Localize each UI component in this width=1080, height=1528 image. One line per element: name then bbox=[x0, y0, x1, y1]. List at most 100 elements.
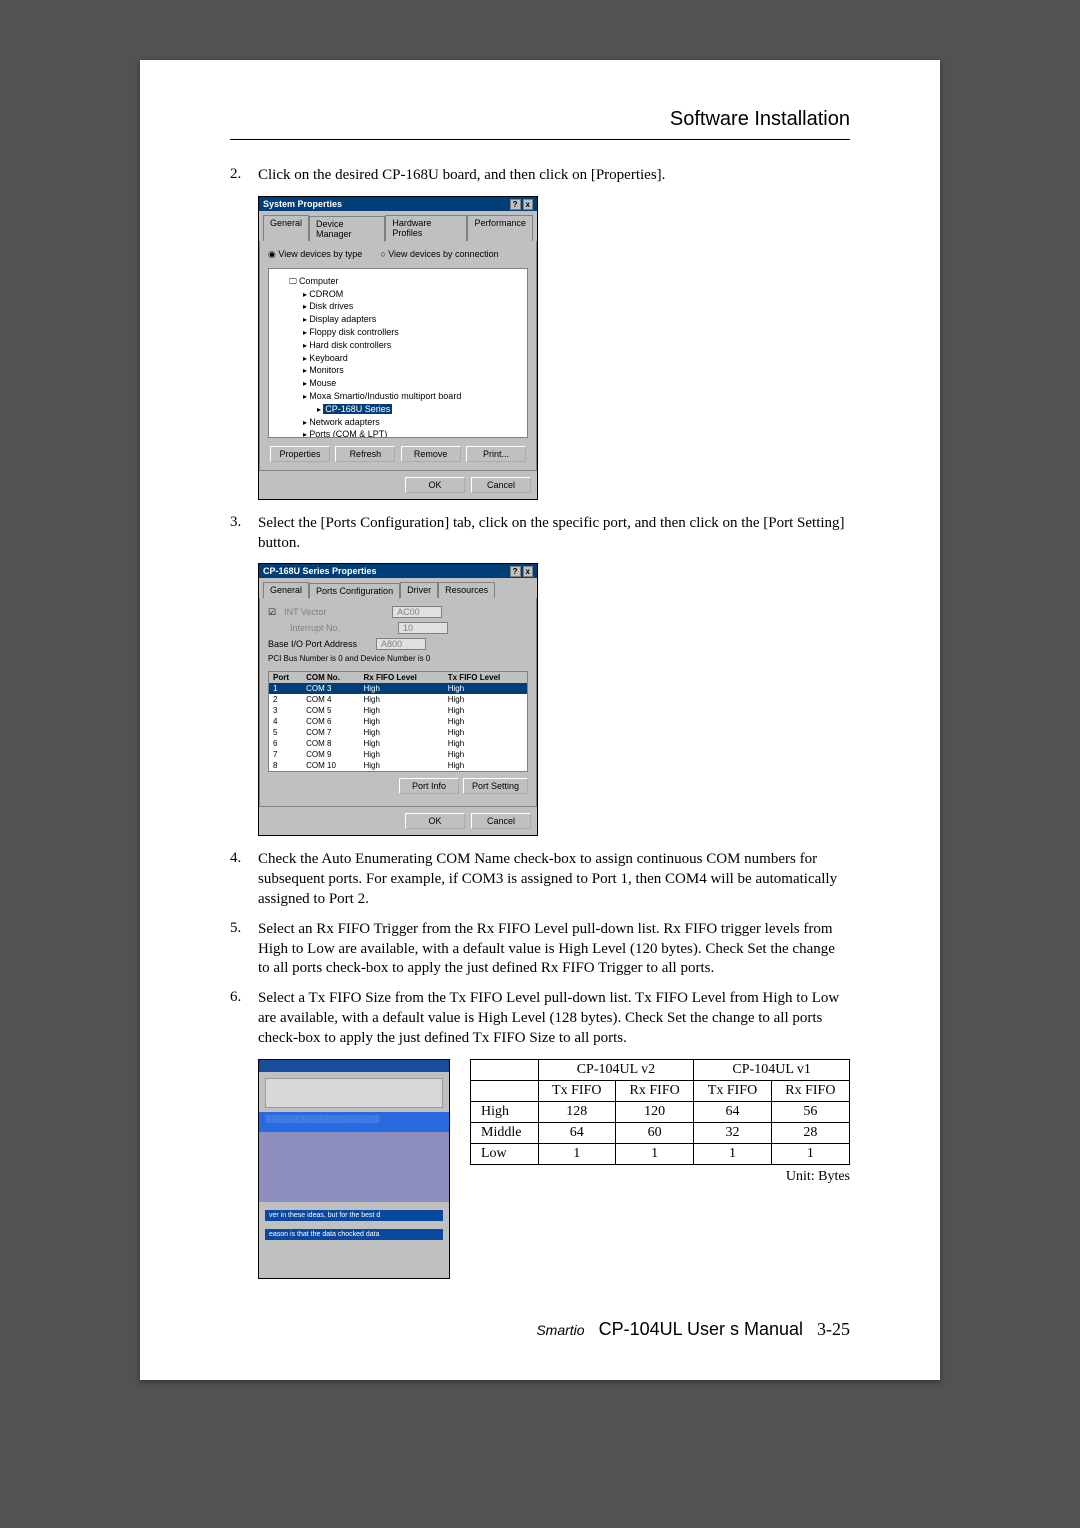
tab-driver[interactable]: Driver bbox=[400, 582, 438, 598]
table-row[interactable]: 6COM 8HighHigh bbox=[269, 738, 528, 749]
dialog-footer: OK Cancel bbox=[259, 807, 537, 835]
base-value: A800 bbox=[376, 638, 426, 650]
strip-text: ░░░░░░░░░░░░░░░░░░░░░░░ bbox=[259, 1112, 449, 1132]
col-rxfifo: Rx FIFO bbox=[616, 1080, 694, 1101]
port-info-button[interactable]: Port Info bbox=[399, 778, 459, 794]
help-icon[interactable]: ? bbox=[510, 566, 521, 577]
base-label: Base I/O Port Address bbox=[268, 639, 368, 649]
step-number: 3. bbox=[230, 514, 258, 554]
table-row[interactable]: 4COM 6HighHigh bbox=[269, 716, 528, 727]
radio-by-connection[interactable]: ○ View devices by connection bbox=[380, 249, 498, 260]
tree-root[interactable]: Computer bbox=[289, 275, 521, 288]
ok-button[interactable]: OK bbox=[405, 813, 465, 829]
table-row: Low1111 bbox=[471, 1143, 850, 1164]
table-row[interactable]: 2COM 4HighHigh bbox=[269, 694, 528, 705]
table-row[interactable]: 7COM 9HighHigh bbox=[269, 749, 528, 760]
tab-performance[interactable]: Performance bbox=[467, 215, 533, 241]
tab-ports-configuration[interactable]: Ports Configuration bbox=[309, 583, 400, 599]
table-row: Middle64603228 bbox=[471, 1122, 850, 1143]
port-table[interactable]: Port COM No. Rx FIFO Level Tx FIFO Level… bbox=[268, 671, 528, 772]
header-rule bbox=[230, 139, 850, 140]
step-2: 2. Click on the desired CP-168U board, a… bbox=[230, 166, 850, 186]
tree-item[interactable]: Disk drives bbox=[303, 300, 521, 313]
screenshot-cp168u-properties: CP-168U Series Properties ?x General Por… bbox=[258, 563, 850, 836]
titlebar: CP-168U Series Properties ?x bbox=[259, 564, 537, 578]
port-setting-body: ░░░░░░░░░░░░░░░░░░░░░░░ ver in these ide… bbox=[259, 1072, 449, 1246]
tab-resources[interactable]: Resources bbox=[438, 582, 495, 598]
selected-device: CP-168U Series bbox=[323, 404, 392, 414]
table-row: High1281206456 bbox=[471, 1101, 850, 1122]
table-row[interactable]: 3COM 5HighHigh bbox=[269, 705, 528, 716]
port-setting-button[interactable]: Port Setting bbox=[463, 778, 528, 794]
dialog-buttons: Properties Refresh Remove Print... bbox=[268, 438, 528, 462]
help-icon[interactable]: ? bbox=[510, 199, 521, 210]
footer-product: CP-104UL User s Manual bbox=[599, 1319, 803, 1340]
remove-button[interactable]: Remove bbox=[401, 446, 461, 462]
tree-item-cp168u[interactable]: CP-168U Series bbox=[317, 403, 521, 416]
tree-item[interactable]: Display adapters bbox=[303, 313, 521, 326]
close-icon[interactable]: x bbox=[523, 199, 533, 210]
footer-strip-2: eason is that the data chocked data bbox=[265, 1229, 443, 1240]
step-text: Select the [Ports Configuration] tab, cl… bbox=[258, 514, 850, 554]
radio-by-connection-label: View devices by connection bbox=[388, 249, 498, 259]
step-text: Select an Rx FIFO Trigger from the Rx FI… bbox=[258, 920, 850, 979]
step-text: Select a Tx FIFO Size from the Tx FIFO L… bbox=[258, 989, 850, 1048]
section-title: Software Installation bbox=[230, 108, 850, 131]
step-text: Check the Auto Enumerating COM Name chec… bbox=[258, 850, 850, 909]
radio-by-type[interactable]: ◉ View devices by type bbox=[268, 249, 362, 260]
col-port: Port bbox=[269, 672, 303, 684]
print-button[interactable]: Print... bbox=[466, 446, 526, 462]
tree-item[interactable]: Floppy disk controllers bbox=[303, 326, 521, 339]
int-vector-value: AC00 bbox=[392, 606, 442, 618]
step-number: 6. bbox=[230, 989, 258, 1048]
footer-smartio: Smartio bbox=[536, 1322, 584, 1338]
table-row[interactable]: 8COM 10HighHigh bbox=[269, 760, 528, 772]
window-controls: ?x bbox=[508, 199, 533, 209]
device-tree[interactable]: Computer CDROM Disk drives Display adapt… bbox=[268, 268, 528, 438]
tree-item[interactable]: Ports (COM & LPT) bbox=[303, 428, 521, 437]
tab-device-manager[interactable]: Device Manager bbox=[309, 216, 385, 242]
tree-item[interactable]: Moxa Smartio/Industio multiport board bbox=[303, 390, 521, 403]
title-text: CP-168U Series Properties bbox=[263, 566, 377, 576]
footer-page-number: 3-25 bbox=[817, 1319, 850, 1340]
col-rx: Rx FIFO Level bbox=[360, 672, 444, 684]
col-txfifo: Tx FIFO bbox=[538, 1080, 615, 1101]
tree-item[interactable]: Keyboard bbox=[303, 352, 521, 365]
fifo-table-block: CP-104UL v2 CP-104UL v1 Tx FIFO Rx FIFO … bbox=[470, 1059, 850, 1185]
step-number: 2. bbox=[230, 166, 258, 186]
irq-label: Interrupt No. bbox=[290, 623, 390, 633]
tree-item[interactable]: Monitors bbox=[303, 364, 521, 377]
cancel-button[interactable]: Cancel bbox=[471, 813, 531, 829]
col-tx: Tx FIFO Level bbox=[444, 672, 528, 684]
int-vector-label: INT Vector bbox=[284, 607, 384, 617]
close-icon[interactable]: x bbox=[523, 566, 533, 577]
tree-item[interactable]: Hard disk controllers bbox=[303, 339, 521, 352]
tree-item[interactable]: Mouse bbox=[303, 377, 521, 390]
ok-button[interactable]: OK bbox=[405, 477, 465, 493]
step-number: 5. bbox=[230, 920, 258, 979]
col-v1: CP-104UL v1 bbox=[694, 1059, 850, 1080]
page: Software Installation 2. Click on the de… bbox=[140, 60, 940, 1380]
irq-value: 10 bbox=[398, 622, 448, 634]
section-header: Software Installation bbox=[230, 108, 850, 131]
port-buttons: Port Info Port Setting bbox=[268, 772, 528, 798]
cancel-button[interactable]: Cancel bbox=[471, 477, 531, 493]
col-blank bbox=[471, 1059, 539, 1080]
tree-item[interactable]: Network adapters bbox=[303, 416, 521, 429]
table-row[interactable]: 5COM 7HighHigh bbox=[269, 727, 528, 738]
tab-bar: General Ports Configuration Driver Resou… bbox=[259, 578, 537, 598]
base-io: Base I/O Port Address A800 bbox=[268, 638, 528, 650]
tab-hardware-profiles[interactable]: Hardware Profiles bbox=[385, 215, 467, 241]
tree-item[interactable]: CDROM bbox=[303, 288, 521, 301]
view-radio-group: ◉ View devices by type ○ View devices by… bbox=[268, 249, 528, 260]
step-text: Click on the desired CP-168U board, and … bbox=[258, 166, 850, 186]
refresh-button[interactable]: Refresh bbox=[335, 446, 395, 462]
port-table-body: 1COM 3HighHigh 2COM 4HighHigh 3COM 5High… bbox=[269, 683, 528, 772]
int-vector-checkbox[interactable] bbox=[268, 607, 276, 618]
interrupt-no: Interrupt No. 10 bbox=[268, 622, 528, 634]
tab-general[interactable]: General bbox=[263, 215, 309, 241]
properties-button[interactable]: Properties bbox=[270, 446, 330, 462]
col-txfifo: Tx FIFO bbox=[694, 1080, 771, 1101]
table-row[interactable]: 1COM 3HighHigh bbox=[269, 683, 528, 694]
tab-general[interactable]: General bbox=[263, 582, 309, 598]
